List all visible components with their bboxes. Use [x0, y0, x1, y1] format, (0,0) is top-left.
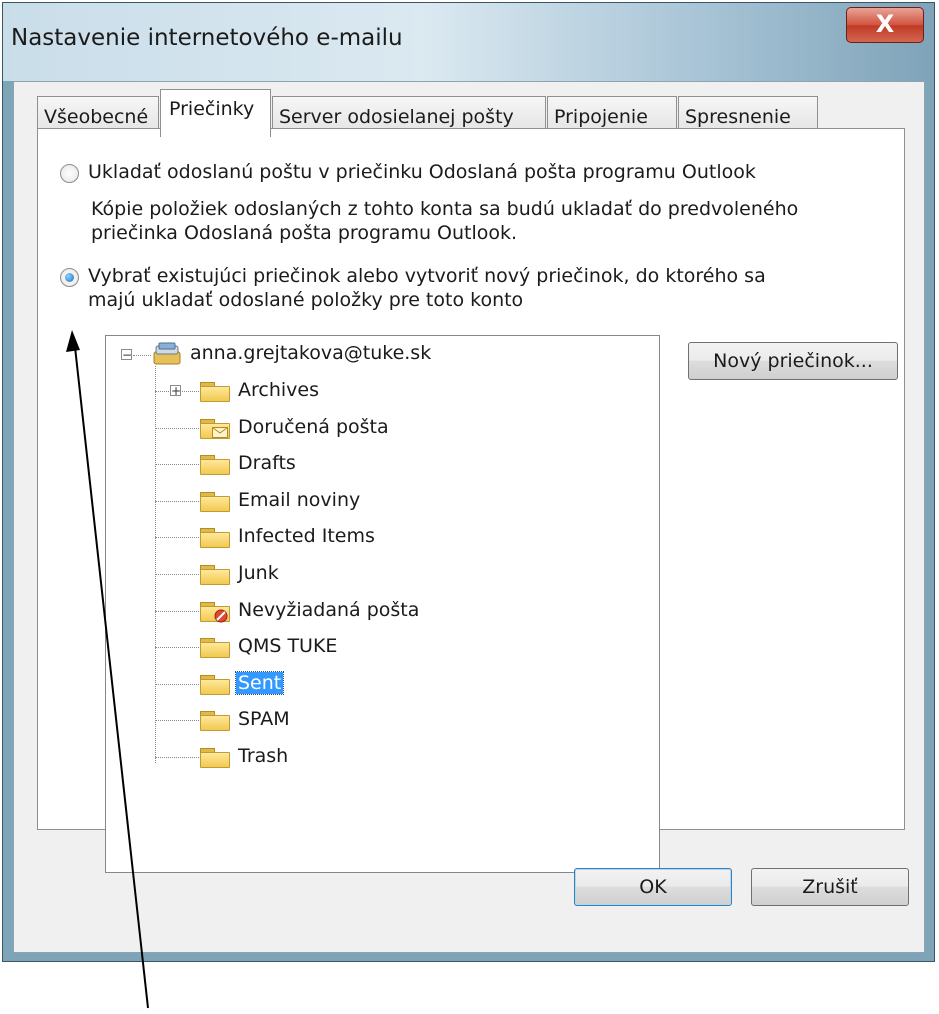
folder-icon [200, 675, 230, 695]
tree-branch-line [155, 537, 199, 538]
tab-folders[interactable]: Priečinky [160, 89, 271, 137]
ok-button[interactable]: OK [574, 868, 732, 906]
save-default-radio[interactable] [60, 164, 79, 183]
window-title: Nastavenie internetového e-mailu [11, 25, 403, 51]
account-icon [152, 342, 182, 366]
save-default-label[interactable]: Ukladať odoslanú poštu v priečinku Odosl… [88, 161, 756, 183]
folder-icon [200, 638, 230, 658]
folder-icon [200, 748, 230, 768]
tree-branch-line [155, 574, 199, 575]
select-folder-label-line1[interactable]: Vybrať existujúci priečinok alebo vytvor… [88, 265, 766, 287]
inbox-folder-icon [200, 419, 230, 439]
junk-folder-icon [200, 602, 230, 623]
folder-icon [200, 565, 230, 585]
collapse-toggle[interactable]: − [121, 349, 132, 361]
folder-item-label[interactable]: Trash [236, 745, 290, 767]
folder-item-label[interactable]: SPAM [236, 708, 292, 730]
save-default-description-line1: Kópie položiek odoslaných z tohto konta … [91, 198, 799, 220]
tree-branch-line [133, 355, 151, 356]
tree-branch-line [155, 464, 199, 465]
tree-guide-line [155, 366, 156, 763]
tree-branch-line [155, 501, 199, 502]
tree-branch-line [155, 757, 199, 758]
close-button[interactable]: X [846, 7, 924, 43]
email-settings-dialog: Nastavenie internetového e-mailu X Všeob… [2, 2, 935, 962]
folder-tree[interactable]: − anna.grejtakova@tuke.sk + Archives Doruč… [105, 335, 660, 873]
folder-item-label[interactable]: Nevyžiadaná pošta [236, 599, 421, 621]
folder-item-label[interactable]: Infected Items [236, 525, 377, 547]
folder-item-label[interactable]: Junk [236, 562, 281, 584]
folder-icon [200, 382, 230, 402]
folders-tab-panel: Ukladať odoslanú poštu v priečinku Odosl… [37, 128, 905, 873]
save-default-description-line2: priečinka Odoslaná pošta programu Outloo… [91, 222, 518, 244]
select-folder-radio[interactable] [60, 268, 79, 287]
title-bar[interactable]: Nastavenie internetového e-mailu X [3, 3, 934, 81]
cancel-button[interactable]: Zrušiť [751, 868, 909, 906]
select-folder-label-line2[interactable]: majú ukladať odoslané položky pre toto k… [88, 289, 523, 311]
tree-branch-line [155, 647, 199, 648]
tree-branch-line [155, 720, 199, 721]
tree-branch-line [155, 684, 199, 685]
folder-item-label[interactable]: Archives [236, 379, 321, 401]
tree-branch-line [155, 428, 199, 429]
folder-item-label[interactable]: Sent [234, 671, 285, 695]
folder-item-label[interactable]: Drafts [236, 452, 298, 474]
folder-item-label[interactable]: Email noviny [236, 489, 362, 511]
dialog-client-area: Všeobecné Priečinky Server odosielanej p… [13, 81, 925, 953]
folder-icon [200, 492, 230, 512]
folder-item-label[interactable]: QMS TUKE [236, 635, 339, 657]
folder-item-label[interactable]: Doručená pošta [236, 416, 391, 438]
folder-icon [200, 455, 230, 475]
new-folder-button[interactable]: Nový priečinok... [688, 342, 898, 380]
expand-toggle[interactable]: + [170, 385, 181, 397]
tree-branch-line [155, 611, 199, 612]
folder-icon [200, 528, 230, 548]
folder-icon [200, 711, 230, 731]
account-root-label[interactable]: anna.grejtakova@tuke.sk [188, 342, 433, 364]
